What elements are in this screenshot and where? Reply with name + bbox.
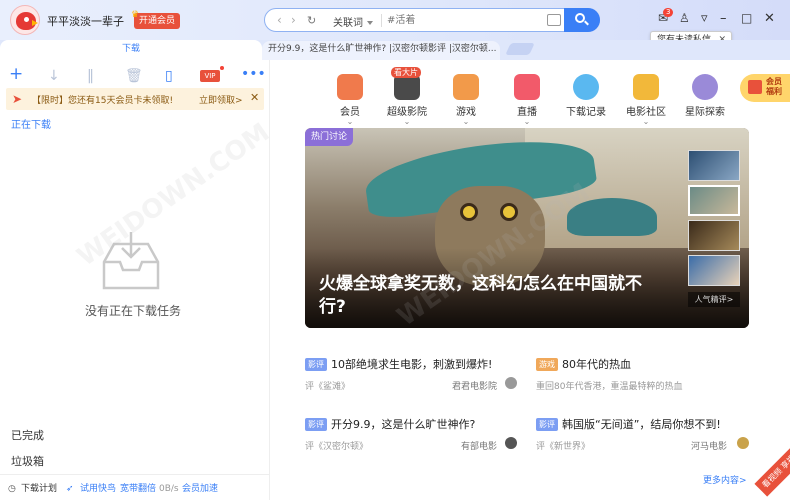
paper-plane-icon: ➤ xyxy=(12,92,23,106)
cloud-icon xyxy=(573,74,599,100)
refresh-icon[interactable]: ↻ xyxy=(307,14,316,27)
maximize-icon[interactable]: □ xyxy=(741,11,752,25)
hot-badge: 看大片 xyxy=(391,67,421,78)
promo-close-icon[interactable]: ✕ xyxy=(250,91,259,104)
phone-icon[interactable]: ▯ xyxy=(165,68,173,84)
tab-article[interactable]: 开分9.9，这是什么旷世神作? |汉密尔顿影评 |汉密尔顿... xyxy=(262,41,500,60)
chevron-down-icon: ⌄ xyxy=(523,117,531,126)
clock-icon: ◷ xyxy=(8,484,16,494)
close-icon[interactable]: ✕ xyxy=(764,11,775,26)
vip-benefit-button[interactable]: 会员 福利 xyxy=(740,74,790,102)
bottom-bar: ◷ 下载计划 ➶ 试用快鸟 宽带翻倍 0B/s 会员加速 xyxy=(0,474,270,500)
tab-download[interactable]: 下载 xyxy=(0,40,262,60)
empty-message: 没有正在下载任务 xyxy=(84,304,181,318)
image-search-icon[interactable] xyxy=(547,14,561,26)
try-speedup-link[interactable]: 试用快鸟 xyxy=(80,478,116,500)
category-space[interactable]: 星际探索 xyxy=(685,70,725,118)
more-content-link[interactable]: 更多内容> xyxy=(703,473,747,486)
minimize-icon[interactable]: – xyxy=(720,11,727,26)
skin-icon[interactable]: ♙ xyxy=(679,11,690,25)
forward-icon[interactable]: › xyxy=(291,13,296,27)
back-icon[interactable]: ‹ xyxy=(277,13,282,27)
source-avatar xyxy=(737,437,749,449)
source-avatar xyxy=(505,377,517,389)
chevron-down-icon: ⌄ xyxy=(462,117,470,126)
open-vip-button[interactable]: ♛ 开通会员 xyxy=(131,10,181,29)
hot-review-link[interactable]: 人气精评> xyxy=(688,292,740,307)
downloading-section[interactable]: 正在下载 xyxy=(11,116,51,131)
download-plan-link[interactable]: 下载计划 xyxy=(21,478,57,500)
trash-section[interactable]: 垃圾箱 xyxy=(11,453,44,469)
avatar[interactable] xyxy=(10,5,40,35)
bird-speed-icon: ➶ xyxy=(66,484,74,494)
username[interactable]: 平平淡淡一辈子 xyxy=(47,13,124,29)
pause-icon[interactable]: ‖ xyxy=(87,68,94,84)
search-input[interactable] xyxy=(387,13,547,28)
keyword-type-select[interactable]: 关联词 xyxy=(333,14,373,29)
gamepad-icon xyxy=(453,74,479,100)
thumbnail[interactable] xyxy=(688,185,740,216)
search-box: ‹ › ↻ 关联词 xyxy=(264,8,600,32)
corner-ribbon[interactable]: 看视频 享福利 xyxy=(754,441,790,497)
star-icon xyxy=(633,74,659,100)
category-cinema[interactable]: 看大片 超级影院 ⌄ xyxy=(387,67,427,126)
category-bar: 会员 ⌄ 看大片 超级影院 ⌄ 游戏 ⌄ 直播 ⌄ 下载记录 电影社区 ⌄ 星际… xyxy=(330,67,730,126)
hot-discussion-tag: 热门讨论 xyxy=(305,128,354,146)
claim-button[interactable]: 立即领取> xyxy=(199,93,243,106)
menu-icon[interactable]: ▿ xyxy=(701,11,708,26)
delete-icon[interactable]: 🗑 xyxy=(125,68,143,84)
broadband-link[interactable]: 宽带翻倍 xyxy=(120,478,156,500)
thumbnail[interactable] xyxy=(688,220,740,251)
search-button[interactable] xyxy=(564,8,600,32)
promo-banner: ➤ 【限时】您还有15天会员卡未领取! 立即领取> ✕ xyxy=(6,88,264,110)
thumbnail[interactable] xyxy=(688,150,740,181)
chevron-down-icon: ⌄ xyxy=(642,117,650,126)
planet-icon xyxy=(692,74,718,100)
source-avatar xyxy=(505,437,517,449)
start-icon[interactable]: ↓ xyxy=(48,68,60,84)
vip-tool-icon[interactable]: VIP xyxy=(200,66,224,82)
category-vip[interactable]: 会员 ⌄ xyxy=(330,70,370,126)
category-live[interactable]: 直播 ⌄ xyxy=(507,70,547,126)
completed-section[interactable]: 已完成 xyxy=(11,427,44,443)
category-game[interactable]: 游戏 ⌄ xyxy=(446,70,486,126)
speed-readout: 0B/s xyxy=(159,484,179,494)
crown-icon: ♛ xyxy=(131,10,140,20)
news-item[interactable]: 影评 开分9.9，这是什么旷世神作? xyxy=(305,416,475,432)
crown-icon xyxy=(337,74,363,100)
tv-icon xyxy=(514,74,540,100)
category-download-history[interactable]: 下载记录 xyxy=(566,70,606,118)
thumbnail[interactable] xyxy=(688,255,740,286)
chevron-down-icon: ⌄ xyxy=(346,117,354,126)
news-item[interactable]: 影评 韩国版“无间道”，结局你想不到! xyxy=(536,416,721,432)
vip-accel-link[interactable]: 会员加速 xyxy=(182,478,218,500)
category-movie-community[interactable]: 电影社区 ⌄ xyxy=(626,70,666,126)
more-icon[interactable]: ••• xyxy=(241,66,266,82)
news-item[interactable]: 影评 10部绝境求生电影，刺激到爆炸! xyxy=(305,356,492,372)
banner-thumbnails xyxy=(688,150,740,290)
chevron-down-icon: ⌄ xyxy=(403,117,411,126)
news-item[interactable]: 游戏 80年代的热血 xyxy=(536,356,631,372)
gift-icon xyxy=(748,80,762,94)
add-task-icon[interactable]: + xyxy=(9,64,23,84)
